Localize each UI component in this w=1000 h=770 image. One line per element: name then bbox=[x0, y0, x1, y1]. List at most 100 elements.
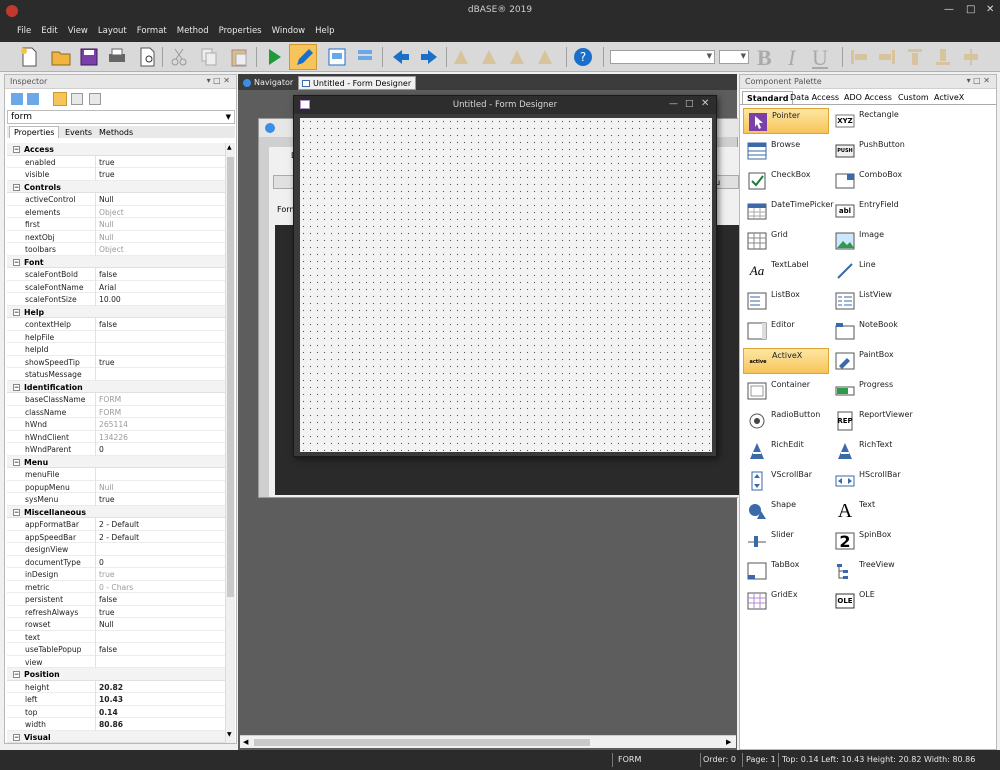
tab-form-designer[interactable]: Untitled - Form Designer bbox=[298, 76, 417, 90]
component-progress[interactable]: Progress bbox=[831, 378, 917, 404]
back-icon[interactable] bbox=[11, 93, 23, 105]
property-row[interactable]: scaleFontBold false bbox=[7, 268, 227, 281]
component-shape[interactable]: Shape bbox=[743, 498, 829, 524]
run-icon[interactable] bbox=[263, 46, 285, 68]
menu-edit[interactable]: Edit bbox=[36, 22, 62, 36]
property-row[interactable]: showSpeedTip true bbox=[7, 355, 227, 368]
property-row[interactable]: view bbox=[7, 655, 227, 668]
property-category[interactable]: − Controls bbox=[7, 180, 227, 193]
design-mode-button[interactable] bbox=[289, 44, 317, 70]
property-category[interactable]: − Visual bbox=[7, 730, 227, 743]
property-value[interactable]: Object bbox=[99, 208, 124, 217]
component-gridex[interactable]: GridEx bbox=[743, 588, 829, 614]
component-spinbox[interactable]: 2 SpinBox bbox=[831, 528, 917, 554]
form-layout-icon[interactable] bbox=[326, 46, 348, 68]
property-category[interactable]: − Menu bbox=[7, 455, 227, 468]
minimize-icon[interactable]: — bbox=[944, 4, 954, 15]
property-row[interactable]: statusMessage bbox=[7, 368, 227, 381]
tab-data-access[interactable]: Data Access bbox=[786, 91, 843, 104]
property-row[interactable]: helpId bbox=[7, 343, 227, 356]
component-textlabel[interactable]: Aa TextLabel bbox=[743, 258, 829, 284]
panel-pin-icon[interactable]: ▾ □ ✕ bbox=[967, 76, 990, 85]
property-value[interactable]: true bbox=[99, 170, 115, 179]
property-value[interactable]: Null bbox=[99, 195, 114, 204]
component-line[interactable]: Line bbox=[831, 258, 917, 284]
property-grid-scrollbar[interactable]: ▲ ▼ bbox=[225, 143, 235, 743]
property-value[interactable]: true bbox=[99, 358, 115, 367]
component-reportviewer[interactable]: REP ReportViewer bbox=[831, 408, 917, 434]
align-right-icon[interactable] bbox=[876, 46, 898, 68]
component-vscrollbar[interactable]: VScrollBar bbox=[743, 468, 829, 494]
component-browse[interactable]: Browse bbox=[743, 138, 829, 164]
property-row[interactable]: hWndClient 134226 bbox=[7, 430, 227, 443]
print-icon[interactable] bbox=[106, 46, 128, 68]
component-slider[interactable]: Slider bbox=[743, 528, 829, 554]
tab-properties[interactable]: Properties bbox=[9, 126, 60, 138]
property-row[interactable]: nextObj Null bbox=[7, 230, 227, 243]
paste-icon[interactable] bbox=[228, 46, 250, 68]
component-combobox[interactable]: ComboBox bbox=[831, 168, 917, 194]
collapse-icon[interactable]: − bbox=[13, 458, 20, 466]
disabled-tool-4-icon[interactable] bbox=[534, 46, 556, 68]
collapse-icon[interactable]: − bbox=[13, 383, 20, 391]
scroll-down-icon[interactable]: ▼ bbox=[227, 731, 232, 738]
property-value[interactable]: 10.00 bbox=[99, 295, 121, 304]
property-value[interactable]: true bbox=[99, 608, 115, 617]
property-row[interactable]: appSpeedBar 2 - Default bbox=[7, 530, 227, 543]
save-icon[interactable] bbox=[78, 46, 100, 68]
next-icon[interactable] bbox=[418, 46, 440, 68]
component-paintbox[interactable]: PaintBox bbox=[831, 348, 917, 374]
menu-format[interactable]: Format bbox=[132, 22, 172, 36]
menu-properties[interactable]: Properties bbox=[214, 22, 267, 36]
component-editor[interactable]: Editor bbox=[743, 318, 829, 344]
collapse-icon[interactable]: − bbox=[13, 733, 20, 741]
property-row[interactable]: sysMenu true bbox=[7, 493, 227, 506]
property-value[interactable]: 2 - Default bbox=[99, 520, 139, 529]
component-checkbox[interactable]: CheckBox bbox=[743, 168, 829, 194]
categorized-view-icon[interactable] bbox=[53, 92, 67, 106]
property-value[interactable]: FORM bbox=[99, 408, 121, 417]
property-row[interactable]: enabled true bbox=[7, 155, 227, 168]
align-bottom-icon[interactable] bbox=[932, 46, 954, 68]
component-image[interactable]: Image bbox=[831, 228, 917, 254]
property-value[interactable]: Null bbox=[99, 483, 114, 492]
property-value[interactable]: Null bbox=[99, 233, 114, 242]
property-value[interactable]: Arial bbox=[99, 283, 116, 292]
property-value[interactable]: 0 bbox=[99, 445, 104, 454]
property-row[interactable]: metric 0 - Chars bbox=[7, 580, 227, 593]
menu-window[interactable]: Window bbox=[267, 22, 311, 36]
property-value[interactable]: Null bbox=[99, 220, 114, 229]
tab-custom[interactable]: Custom bbox=[894, 91, 933, 104]
property-value[interactable]: Object bbox=[99, 245, 124, 254]
property-value[interactable]: Null bbox=[99, 620, 114, 629]
component-pointer[interactable]: Pointer bbox=[743, 108, 829, 134]
new-file-icon[interactable] bbox=[18, 46, 40, 68]
property-row[interactable]: visible true bbox=[7, 168, 227, 181]
property-row[interactable]: helpFile bbox=[7, 330, 227, 343]
close-icon[interactable]: ✕ bbox=[701, 98, 709, 109]
component-grid[interactable]: Grid bbox=[743, 228, 829, 254]
property-value[interactable]: 20.82 bbox=[99, 683, 123, 692]
collapse-icon[interactable]: − bbox=[13, 671, 20, 678]
scroll-up-icon[interactable]: ▲ bbox=[227, 144, 232, 151]
component-notebook[interactable]: NoteBook bbox=[831, 318, 917, 344]
property-row[interactable]: text bbox=[7, 630, 227, 643]
tab-methods[interactable]: Methods bbox=[95, 127, 137, 138]
property-row[interactable]: baseClassName FORM bbox=[7, 393, 227, 406]
component-activex[interactable]: active ActiveX bbox=[743, 348, 829, 374]
property-category[interactable]: − Help bbox=[7, 305, 227, 318]
property-value[interactable]: 265114 bbox=[99, 420, 128, 429]
property-row[interactable]: hWnd 265114 bbox=[7, 418, 227, 431]
font-name-combo[interactable]: ▼ bbox=[610, 50, 715, 64]
align-center-icon[interactable] bbox=[960, 46, 982, 68]
property-value[interactable]: 2 - Default bbox=[99, 533, 139, 542]
scroll-right-icon[interactable]: ▶ bbox=[726, 738, 731, 746]
disabled-tool-3-icon[interactable] bbox=[506, 46, 528, 68]
bold-button[interactable]: B bbox=[757, 45, 772, 71]
menu-method[interactable]: Method bbox=[172, 22, 214, 36]
component-richtext[interactable]: RichText bbox=[831, 438, 917, 464]
help-icon[interactable]: ? bbox=[572, 46, 594, 68]
menu-help[interactable]: Help bbox=[310, 22, 339, 36]
property-value[interactable]: false bbox=[99, 595, 117, 604]
sort-icon[interactable] bbox=[71, 93, 83, 105]
